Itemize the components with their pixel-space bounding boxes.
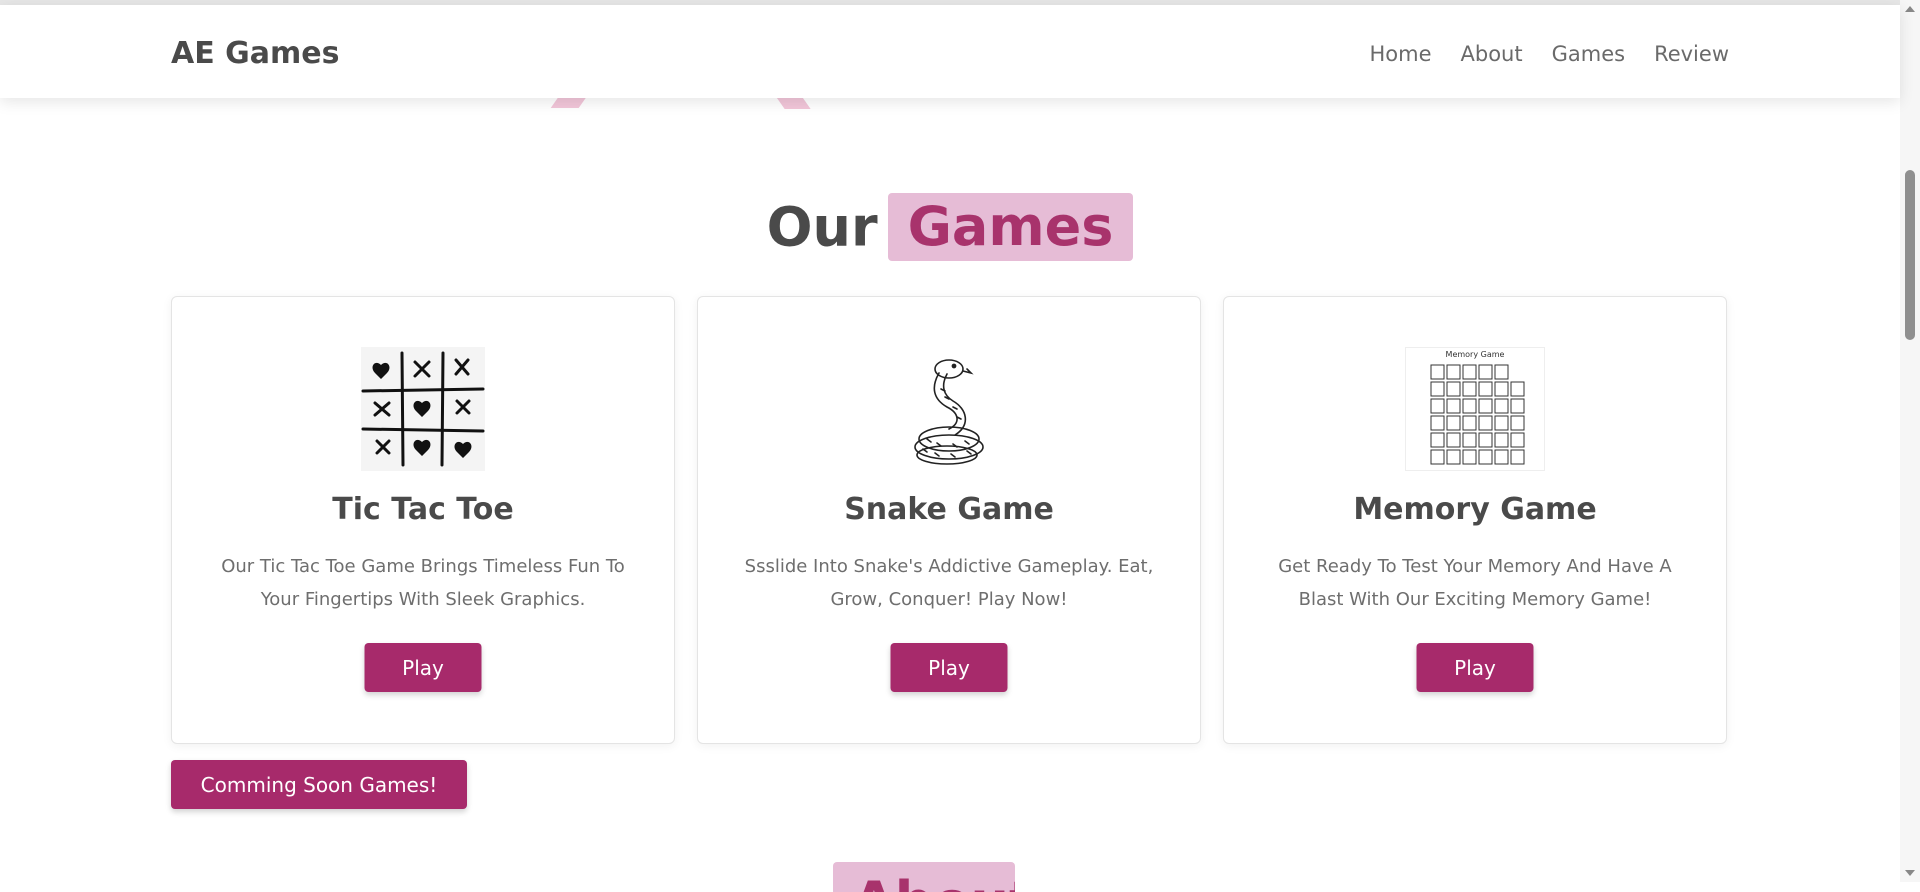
game-title: Snake Game [844, 492, 1054, 527]
memory-grid-icon: Memory Game [1405, 347, 1545, 471]
game-description: Ssslide Into Snake's Addictive Gameplay.… [744, 556, 1154, 610]
game-card-snake: Snake Game Ssslide Into Snake's Addictiv… [697, 296, 1201, 744]
scroll-down-arrow-icon[interactable] [1905, 870, 1915, 876]
section-title-highlight: Games [887, 193, 1134, 262]
game-title: Tic Tac Toe [332, 492, 514, 527]
site-header: AE Games Home About Games Review [0, 5, 1900, 98]
game-title: Memory Game [1353, 492, 1597, 527]
next-section-title-highlight: About [853, 872, 1015, 892]
tic-tac-toe-icon [360, 347, 486, 471]
main-nav: Home About Games Review [1369, 42, 1729, 66]
scrollbar-thumb[interactable] [1905, 170, 1915, 340]
nav-home[interactable]: Home [1369, 42, 1431, 66]
nav-review[interactable]: Review [1654, 42, 1729, 66]
nav-about[interactable]: About [1461, 42, 1523, 66]
snake-icon [886, 347, 1012, 471]
next-section-title: About [833, 862, 1015, 892]
section-title: Our Games [0, 190, 1900, 262]
nav-games[interactable]: Games [1552, 42, 1625, 66]
game-description: Our Tic Tac Toe Game Brings Timeless Fun… [221, 556, 625, 610]
site-logo[interactable]: AE Games [171, 36, 340, 71]
section-title-plain: Our [766, 195, 878, 259]
game-card-memory: Memory Game Memory Game Get Ready To Tes… [1223, 296, 1727, 744]
coming-soon-button[interactable]: Comming Soon Games! [171, 760, 467, 809]
play-snake-button[interactable]: Play [890, 643, 1008, 692]
memory-thumb-caption: Memory Game [1446, 350, 1505, 359]
game-description: Get Ready To Test Your Memory And Have A… [1278, 556, 1672, 610]
page-scrollbar[interactable] [1900, 0, 1920, 882]
play-tic-tac-toe-button[interactable]: Play [364, 643, 482, 692]
game-card-tic-tac-toe: Tic Tac Toe Our Tic Tac Toe Game Brings … [171, 296, 675, 744]
play-memory-button[interactable]: Play [1416, 643, 1534, 692]
scroll-up-arrow-icon[interactable] [1905, 6, 1915, 12]
